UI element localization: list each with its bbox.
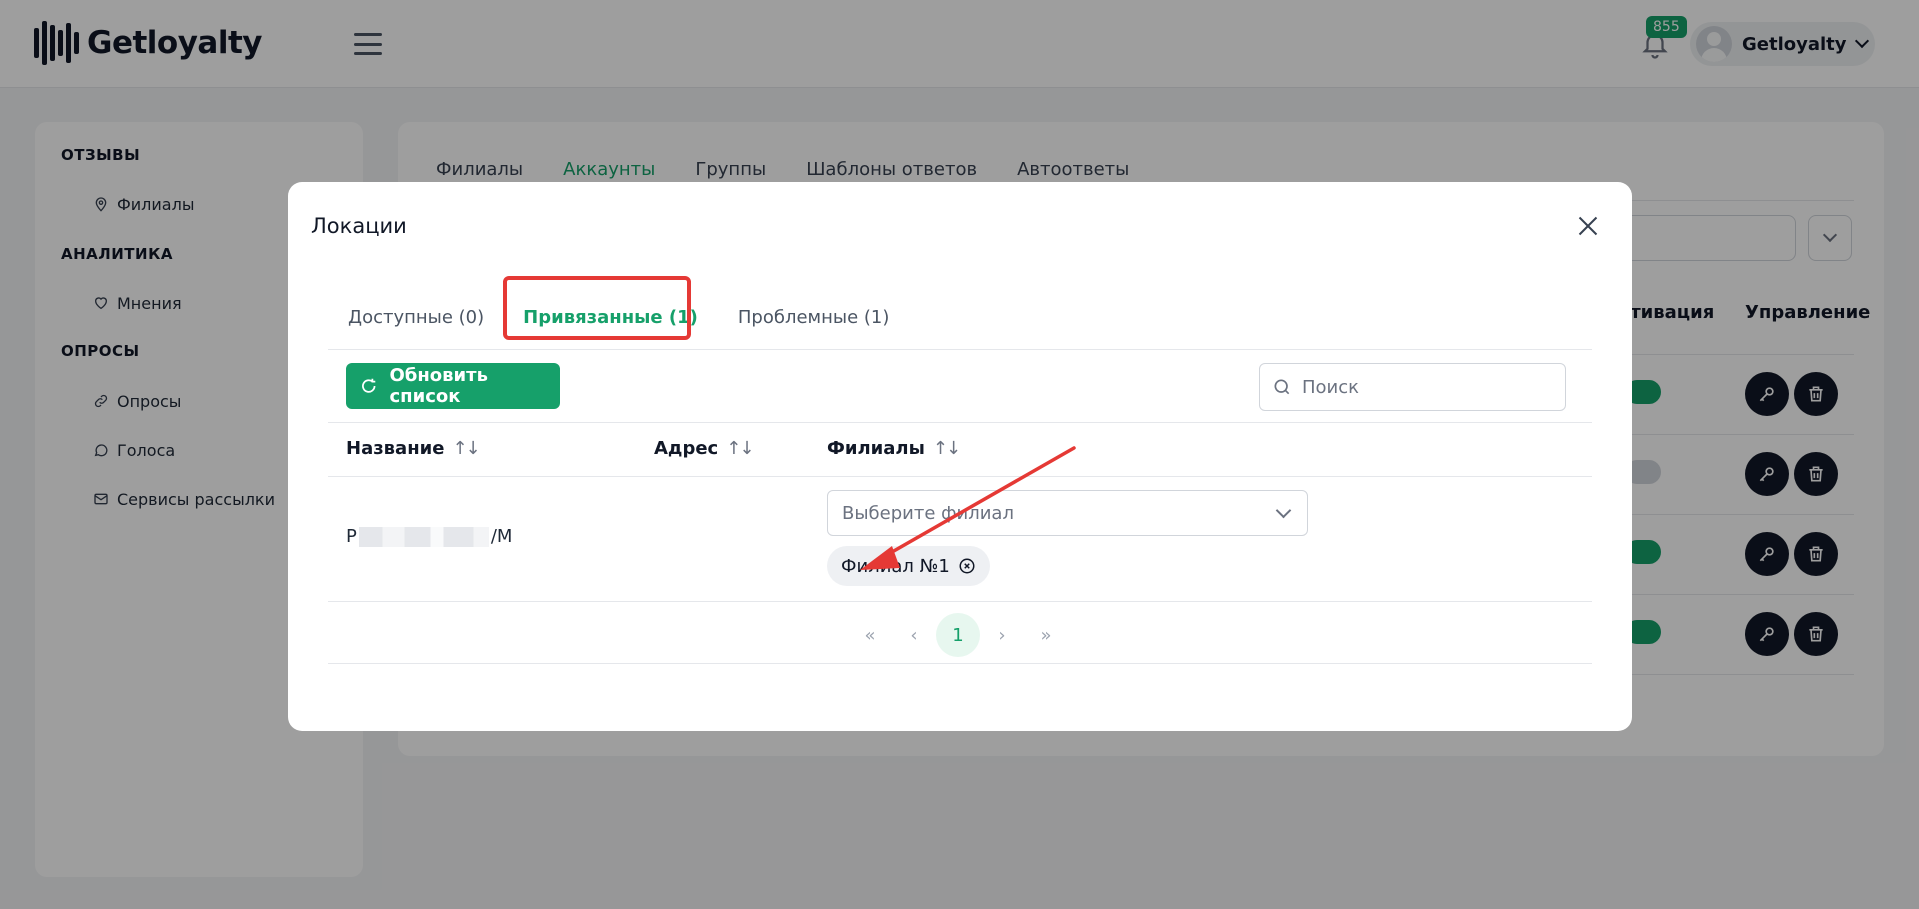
refresh-list-label: Обновить список [389, 365, 488, 407]
search-icon [1274, 379, 1290, 395]
tab-problematic[interactable]: Проблемные (1) [738, 307, 890, 328]
modal-tabs: Доступные (0) Привязанные (1) Проблемные… [348, 276, 890, 340]
column-header-address[interactable]: Адрес ↑↓ [654, 438, 754, 459]
highlight-box [503, 276, 692, 340]
pagination: « ‹ 1 › » [848, 613, 1068, 657]
sort-icon: ↑↓ [726, 438, 754, 459]
location-name-prefix: Р [346, 526, 357, 547]
red-arrow-annotation [860, 446, 1076, 570]
location-name-suffix: /М [490, 526, 513, 547]
search-field[interactable] [1259, 363, 1566, 411]
refresh-list-button[interactable]: Обновить список [346, 363, 560, 409]
tab-available[interactable]: Доступные (0) [348, 307, 484, 328]
next-page-button[interactable]: › [980, 613, 1024, 657]
last-page-button[interactable]: » [1024, 613, 1068, 657]
column-header-name[interactable]: Название ↑↓ [346, 438, 481, 459]
page-button-current[interactable]: 1 [936, 613, 980, 657]
chevron-down-icon [1275, 502, 1292, 519]
modal-title: Локации [311, 214, 407, 238]
divider [328, 422, 1592, 423]
location-name-cell: Р /М [346, 526, 512, 547]
prev-page-button[interactable]: ‹ [892, 613, 936, 657]
locations-modal: Локации Доступные (0) Привязанные (1) Пр… [288, 182, 1632, 731]
close-icon[interactable] [1578, 216, 1598, 236]
search-input[interactable] [1302, 376, 1542, 398]
first-page-button[interactable]: « [848, 613, 892, 657]
sort-icon: ↑↓ [452, 438, 480, 459]
divider [328, 601, 1592, 602]
refresh-icon [362, 378, 376, 393]
column-header-label: Адрес [654, 438, 719, 459]
divider [328, 663, 1592, 664]
divider [328, 349, 1592, 350]
tab-linked[interactable]: Привязанные (1) [503, 276, 698, 340]
column-header-label: Название [346, 438, 445, 459]
redacted-text [358, 526, 489, 547]
